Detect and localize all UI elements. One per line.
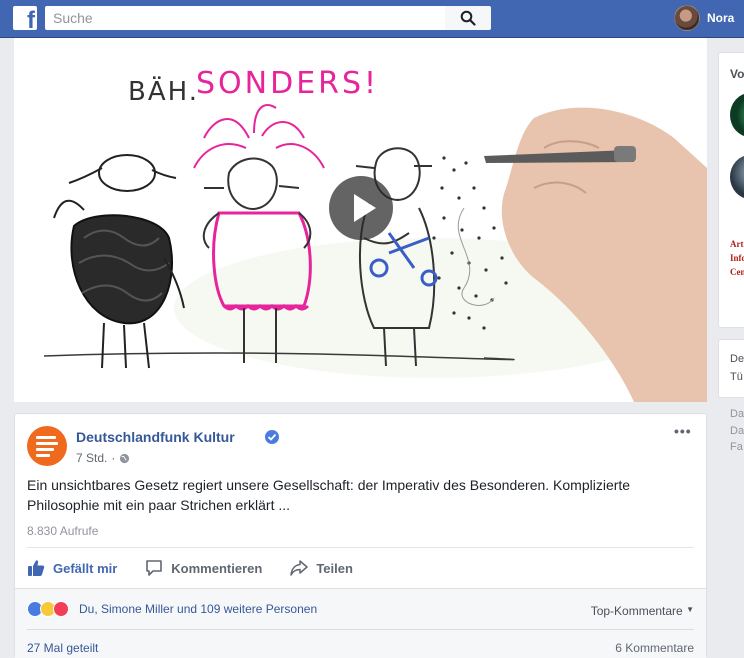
sidebar-text: De: [730, 353, 744, 365]
love-reaction-icon: [53, 601, 69, 617]
like-button[interactable]: Gefällt mir: [27, 559, 117, 577]
play-icon: [354, 194, 376, 222]
like-label: Gefällt mir: [53, 560, 118, 576]
sidebar-footer-text: Da: [730, 408, 744, 420]
page-name-link[interactable]: Deutschlandfunk Kultur: [76, 429, 235, 445]
page-logo[interactable]: [27, 426, 67, 466]
sidebar-thumbnail[interactable]: [730, 155, 744, 199]
comment-button[interactable]: Kommentieren: [145, 559, 262, 577]
search-input[interactable]: [45, 6, 445, 30]
divider: [27, 547, 694, 548]
drawing-text-bah: BÄH.: [128, 75, 199, 107]
top-navigation-bar: f Nora: [0, 0, 744, 38]
reaction-icons[interactable]: [27, 601, 69, 617]
comment-count-link[interactable]: 6 Kommentare: [615, 641, 694, 655]
top-comments-dropdown[interactable]: Top-Kommentare ▼: [591, 604, 694, 618]
avatar: [674, 5, 700, 31]
sidebar-footer-text: Fa: [730, 441, 743, 453]
post-text: Ein unsichtbares Gesetz regiert unsere G…: [27, 477, 631, 513]
caret-down-icon: ▼: [686, 605, 694, 614]
search-icon: [460, 10, 476, 26]
share-label: Teilen: [316, 560, 353, 576]
user-name: Nora: [707, 11, 735, 25]
globe-icon[interactable]: [119, 453, 130, 464]
right-sidebar-card: Vo Art Info Cen: [718, 52, 744, 328]
profile-link[interactable]: Nora: [674, 5, 734, 31]
view-count: 8.830 Aufrufe: [27, 524, 99, 538]
facebook-logo[interactable]: f: [13, 6, 37, 34]
reactions-text-link[interactable]: Du, Simone Miller und 109 weitere Person…: [79, 602, 317, 616]
drawing-text-sonders: SONDERS!: [196, 66, 379, 101]
play-button[interactable]: [329, 176, 393, 240]
sidebar-link[interactable]: Tü: [730, 371, 743, 383]
sidebar-card-title: Vo: [730, 67, 744, 81]
reactions-summary: Du, Simone Miller und 109 weitere Person…: [15, 588, 706, 658]
post-time-link[interactable]: 7 Std.: [76, 451, 107, 465]
sidebar-text: Art: [730, 239, 744, 249]
sidebar-footer-text: Da: [730, 425, 744, 437]
more-options-button[interactable]: •••: [674, 424, 694, 440]
action-bar: Gefällt mir Kommentieren Teilen: [27, 549, 694, 587]
comment-icon: [146, 560, 163, 576]
logo-letter: f: [27, 7, 35, 34]
share-count-link[interactable]: 27 Mal geteilt: [27, 641, 98, 655]
video-player[interactable]: BÄH. SONDERS!: [14, 38, 707, 402]
sidebar-text: Cen: [730, 267, 744, 277]
share-icon: [290, 560, 309, 576]
search-button[interactable]: [445, 6, 491, 30]
share-button[interactable]: Teilen: [290, 559, 353, 577]
top-comments-label: Top-Kommentare: [590, 604, 683, 618]
comment-label: Kommentieren: [171, 560, 263, 576]
verified-badge-icon: [265, 430, 279, 444]
post-card: Deutschlandfunk Kultur 7 Std. · ••• Ein …: [14, 413, 707, 658]
thumbs-up-icon: [28, 560, 45, 576]
sidebar-thumbnail[interactable]: [730, 93, 744, 137]
sidebar-text: Info: [730, 253, 744, 263]
divider: [27, 629, 694, 630]
right-sidebar-card: De Tü: [718, 339, 744, 398]
post-meta: 7 Std. ·: [76, 451, 130, 465]
